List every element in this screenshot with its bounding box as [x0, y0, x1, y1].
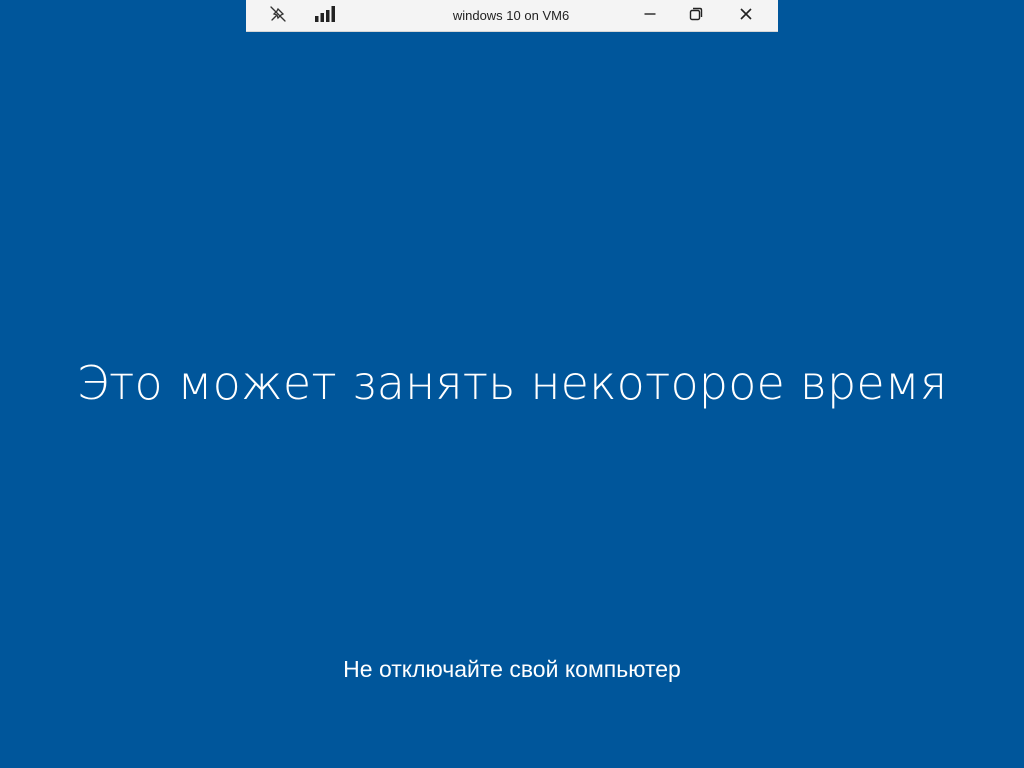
minimize-icon: [643, 7, 657, 26]
remote-desktop-connection-bar: windows 10 on VM6: [246, 0, 778, 32]
unpin-icon: [269, 5, 287, 28]
signal-bars-icon: [314, 5, 338, 28]
setup-progress-headline: Это может занять некоторое время: [76, 356, 948, 410]
minimize-button[interactable]: [628, 0, 672, 32]
connection-quality-button[interactable]: [308, 0, 344, 32]
pin-button[interactable]: [260, 0, 296, 32]
power-warning-text: Не отключайте свой компьютер: [343, 656, 681, 682]
restore-icon: [689, 7, 703, 26]
close-button[interactable]: [722, 0, 770, 32]
close-icon: [739, 7, 753, 26]
connection-title: windows 10 on VM6: [452, 8, 570, 23]
restore-button[interactable]: [674, 0, 718, 32]
